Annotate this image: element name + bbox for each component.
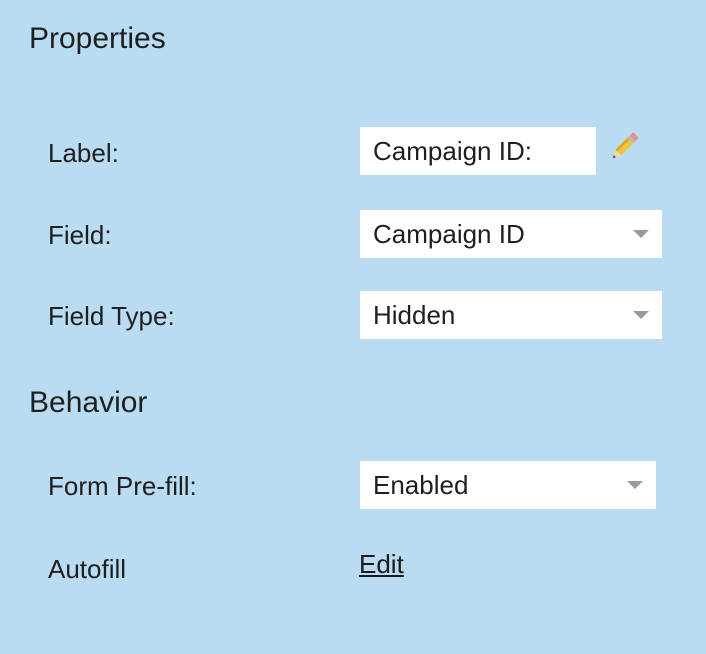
chevron-down-icon <box>627 481 643 489</box>
field-type-label: Field Type: <box>48 301 175 331</box>
field-label: Field: <box>48 220 112 250</box>
properties-panel: Properties Label: Field: Campaign ID Fie… <box>0 0 706 654</box>
autofill-edit-link[interactable]: Edit <box>359 549 404 579</box>
chevron-down-icon <box>633 230 649 238</box>
chevron-down-icon <box>633 311 649 319</box>
autofill-label: Autofill <box>48 554 127 584</box>
form-prefill-label: Form Pre-fill: <box>48 471 197 501</box>
form-prefill-select[interactable]: Enabled <box>360 461 656 509</box>
label-input[interactable] <box>360 127 596 175</box>
properties-heading: Properties <box>29 22 166 55</box>
label-field-label: Label: <box>48 138 119 168</box>
pencil-icon[interactable] <box>607 130 641 164</box>
field-select-value: Campaign ID <box>373 219 525 249</box>
field-type-select[interactable]: Hidden <box>360 291 662 339</box>
behavior-heading: Behavior <box>29 386 148 419</box>
form-prefill-select-value: Enabled <box>373 470 469 500</box>
field-select[interactable]: Campaign ID <box>360 210 662 258</box>
field-type-select-value: Hidden <box>373 300 456 330</box>
